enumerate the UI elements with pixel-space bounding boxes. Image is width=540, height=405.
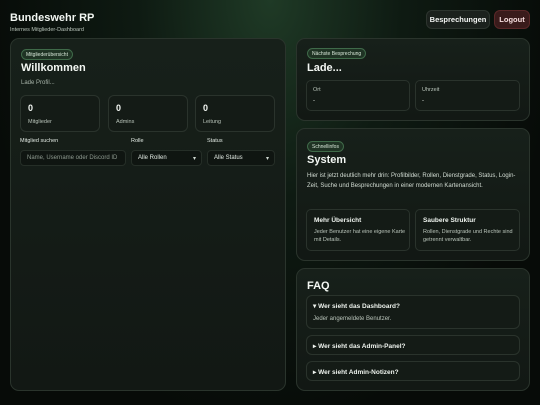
triangle-down-icon: ▾: [313, 303, 317, 310]
feature-structure: Saubere Struktur Rollen, Dienstgrade und…: [415, 209, 520, 251]
stat-leadership: 0 Leitung: [195, 95, 275, 132]
overview-badge: Mitgliederübersicht: [21, 49, 73, 60]
faq-item-admin-panel[interactable]: ▸ Wer sieht das Admin-Panel?: [306, 335, 520, 355]
faq-question-admin-notes: ▸ Wer sieht Admin-Notizen?: [313, 368, 399, 376]
stat-leadership-value: 0: [203, 103, 209, 113]
stat-members: 0 Mitglieder: [20, 95, 100, 132]
feature-overview: Mehr Übersicht Jeder Benutzer hat eine e…: [306, 209, 410, 251]
stat-members-value: 0: [28, 103, 34, 113]
stat-admins: 0 Admins: [108, 95, 188, 132]
next-meeting-title: Lade...: [307, 62, 342, 74]
members-overview-card: Mitgliederübersicht Willkommen Lade Prof…: [10, 38, 286, 391]
system-description: Hier ist jetzt deutlich mehr drin: Profi…: [307, 173, 516, 189]
app-title: Bundeswehr RP: [10, 12, 95, 24]
meeting-time-label: Uhrzeit: [422, 87, 440, 93]
meeting-location-label: Ort: [313, 87, 321, 93]
status-filter-value: Alle Status: [214, 155, 243, 161]
stat-admins-label: Admins: [116, 119, 135, 125]
feature-structure-title: Saubere Struktur: [423, 217, 476, 224]
status-filter-label: Status: [207, 138, 223, 144]
feature-overview-title: Mehr Übersicht: [314, 217, 362, 224]
meeting-time-box: Uhrzeit -: [415, 80, 520, 111]
stat-leadership-label: Leitung: [203, 119, 222, 125]
meeting-location-box: Ort -: [306, 80, 410, 111]
faq-item-admin-notes[interactable]: ▸ Wer sieht Admin-Notizen?: [306, 361, 520, 381]
faq-question-dashboard: ▾ Wer sieht das Dashboard?: [313, 302, 400, 310]
status-filter-select[interactable]: Alle Status ▾: [207, 150, 275, 166]
role-filter-label: Rolle: [131, 138, 144, 144]
logout-button[interactable]: Logout: [494, 10, 530, 29]
triangle-right-icon: ▸: [313, 369, 317, 376]
faq-question-text: Wer sieht Admin-Notizen?: [318, 369, 399, 376]
faq-question-text: Wer sieht das Dashboard?: [318, 303, 400, 310]
triangle-right-icon: ▸: [313, 343, 317, 350]
role-filter-value: Alle Rollen: [138, 155, 167, 161]
search-placeholder: Name, Username oder Discord ID: [27, 155, 118, 161]
meeting-time-value: -: [422, 98, 424, 104]
app-header: Bundeswehr RP Internes Mitglieder-Dashbo…: [10, 12, 94, 33]
faq-question-text: Wer sieht das Admin-Panel?: [318, 343, 406, 350]
member-search-input[interactable]: Name, Username oder Discord ID: [20, 150, 126, 166]
welcome-title: Willkommen: [21, 62, 86, 74]
quick-info-badge: Schnellinfos: [307, 141, 344, 152]
faq-title: FAQ: [307, 280, 330, 292]
meeting-location-value: -: [313, 98, 315, 104]
next-meeting-badge: Nächste Besprechung: [307, 48, 367, 59]
feature-overview-desc: Jeder Benutzer hat eine eigene Karte mit…: [314, 229, 406, 243]
feature-structure-desc: Rollen, Dienstgrade und Rechte sind getr…: [423, 229, 513, 243]
stat-members-label: Mitglieder: [28, 119, 52, 125]
faq-answer-dashboard: Jeder angemeldete Benutzer.: [313, 316, 392, 322]
faq-question-admin-panel: ▸ Wer sieht das Admin-Panel?: [313, 342, 406, 350]
chevron-down-icon: ▾: [192, 156, 196, 162]
system-title: System: [307, 154, 347, 166]
chevron-down-icon: ▾: [265, 156, 269, 162]
stat-admins-value: 0: [116, 103, 122, 113]
meetings-button[interactable]: Besprechungen: [426, 10, 490, 29]
app-subtitle: Internes Mitglieder-Dashboard: [10, 27, 84, 33]
faq-item-dashboard[interactable]: ▾ Wer sieht das Dashboard? Jeder angemel…: [306, 295, 520, 329]
role-filter-select[interactable]: Alle Rollen ▾: [131, 150, 202, 166]
profile-loading-text: Lade Profil...: [21, 80, 55, 86]
search-label: Mitglied suchen: [20, 138, 59, 144]
